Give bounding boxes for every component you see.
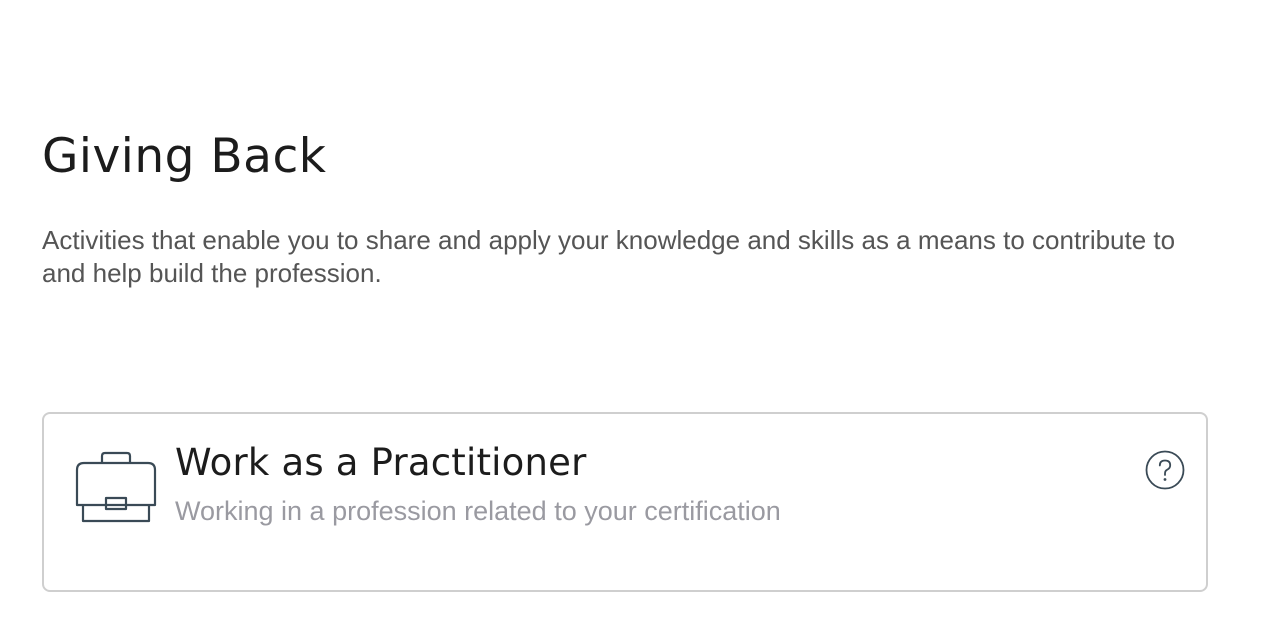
help-button[interactable] xyxy=(1145,450,1185,490)
briefcase-icon xyxy=(74,450,158,524)
card-title: Work as a Practitioner xyxy=(175,441,587,484)
section-description: Activities that enable you to share and … xyxy=(42,225,1176,288)
page-title: Giving Back xyxy=(42,129,327,184)
activity-card-work-as-practitioner[interactable]: Work as a Practitioner Working in a prof… xyxy=(42,412,1208,592)
card-subtitle: Working in a profession related to your … xyxy=(175,496,781,526)
question-circle-icon xyxy=(1145,450,1185,493)
